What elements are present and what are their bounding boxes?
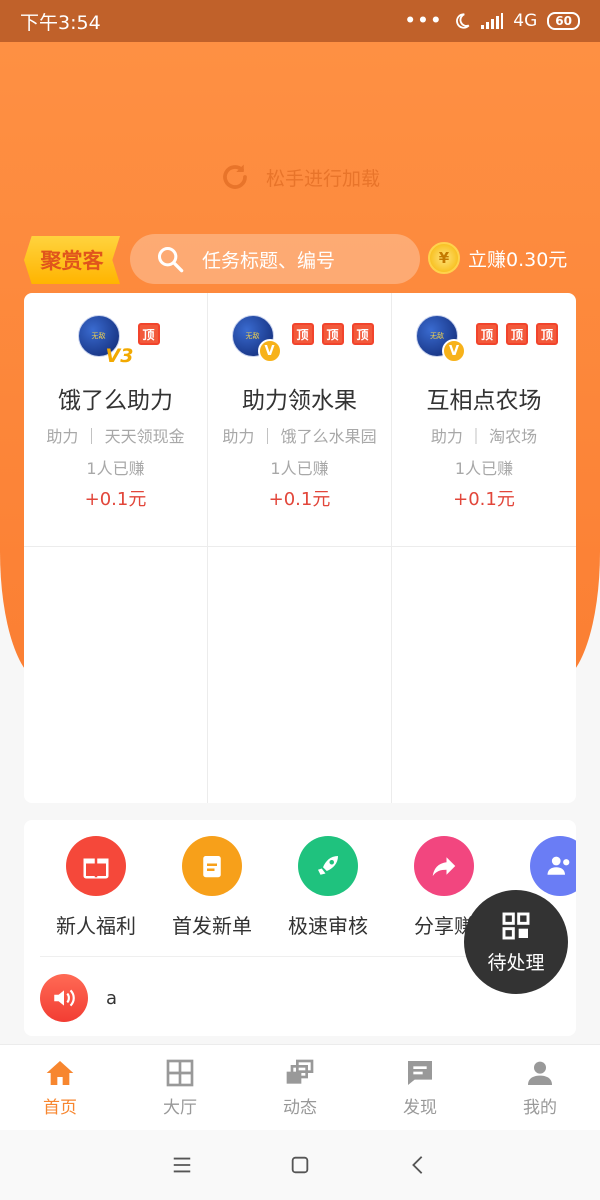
- top-tag: 顶: [321, 323, 344, 345]
- task-reward: +0.1元: [84, 489, 147, 510]
- task-avatar-row: 无敌 V3 顶: [24, 315, 207, 367]
- tab-label: 我的: [523, 1098, 557, 1118]
- bottom-tab-bar: 首页 大厅 动态 发现 我的: [0, 1044, 600, 1130]
- quick-first-orders[interactable]: 首发新单: [154, 836, 270, 939]
- task-title: 饿了么助力: [58, 388, 173, 414]
- grid-icon: [166, 1059, 194, 1087]
- more-dots: •••: [404, 11, 444, 31]
- quick-label: 新人福利: [56, 914, 136, 938]
- back-icon[interactable]: [407, 1154, 429, 1176]
- task-card-empty: [208, 547, 392, 803]
- task-reward: +0.1元: [453, 489, 515, 510]
- task-title: 助力领水果: [242, 388, 357, 414]
- top-tag: 顶: [137, 323, 160, 345]
- tab-hall[interactable]: 大厅: [120, 1045, 240, 1130]
- refresh-text: 松手进行加载: [265, 167, 380, 190]
- task-title: 互相点农场: [426, 388, 542, 414]
- quick-label: 首发新单: [172, 914, 252, 938]
- task-card-2[interactable]: 无敌 V 顶 顶 顶 互相点农场 助力 ｜ 淘农场 1人已赚 +0.1元: [392, 293, 576, 547]
- task-subtitle: 助力 ｜ 淘农场: [430, 427, 538, 446]
- clipboard-icon: [182, 836, 242, 896]
- vip-level-icon: V3: [105, 345, 134, 367]
- task-card-1[interactable]: 无敌 V 顶 顶 顶 助力领水果 助力 ｜ 饿了么水果园 1人已赚 +0.1元: [208, 293, 392, 547]
- tab-label: 大厅: [163, 1098, 197, 1118]
- tab-feed[interactable]: 动态: [240, 1045, 360, 1130]
- verified-badge-icon: V: [442, 339, 466, 363]
- tab-label: 首页: [43, 1098, 77, 1118]
- tab-mine[interactable]: 我的: [480, 1045, 600, 1130]
- quick-label: 极速审核: [288, 914, 368, 938]
- share-icon: [414, 836, 474, 896]
- message-icon: [408, 1061, 432, 1085]
- users-icon: [530, 836, 576, 896]
- task-subtitle: 助力 ｜ 饿了么水果园: [222, 427, 377, 446]
- pending-float-button[interactable]: 待处理: [464, 890, 568, 994]
- brand-logo: 聚赏客: [24, 236, 120, 284]
- task-count: 1人已赚: [454, 459, 514, 478]
- search-placeholder: 任务标题、编号: [202, 249, 336, 272]
- battery-icon: 60: [547, 12, 580, 30]
- rocket-icon: [298, 836, 358, 896]
- speaker-icon: [40, 974, 88, 1022]
- tab-label: 动态: [283, 1098, 317, 1118]
- task-count: 1人已赚: [270, 459, 329, 478]
- refresh-icon: [223, 164, 247, 189]
- task-avatar-row: 无敌 V 顶 顶 顶: [392, 315, 576, 363]
- quick-fast-review[interactable]: 极速审核: [270, 836, 386, 939]
- status-time: 下午3:54: [20, 11, 101, 34]
- task-card-empty: [392, 547, 576, 803]
- home-icon: [46, 1061, 74, 1085]
- verified-badge-icon: V: [257, 339, 282, 363]
- grid-icon: [502, 912, 530, 939]
- user-icon: [528, 1061, 552, 1085]
- top-tag: 顶: [476, 323, 498, 345]
- tab-label: 发现: [403, 1098, 437, 1118]
- task-card-empty: [24, 547, 208, 803]
- network-type: 4G: [513, 11, 538, 31]
- search-input[interactable]: 任务标题、编号: [130, 234, 420, 284]
- gift-icon: [66, 836, 126, 896]
- menu-icon[interactable]: [171, 1154, 193, 1176]
- top-tag: 顶: [291, 323, 314, 345]
- home-square-icon[interactable]: [289, 1154, 311, 1176]
- quick-new-user-benefit[interactable]: 新人福利: [38, 836, 154, 939]
- pending-label: 待处理: [487, 951, 545, 974]
- signal-icon: [481, 13, 504, 29]
- top-tag: 顶: [506, 323, 528, 345]
- top-tag: 顶: [351, 323, 374, 345]
- earn-summary[interactable]: ¥ 立赚0.30元: [428, 242, 567, 274]
- status-bar: 下午3:54 ••• 4G 60: [0, 0, 600, 42]
- tab-discover[interactable]: 发现: [360, 1045, 480, 1130]
- system-nav-bar: [0, 1130, 600, 1200]
- task-grid: 无敌 V3 顶 饿了么助力 助力 ｜ 天天领现金 1人已赚 +0.1元 无敌 V…: [24, 293, 576, 803]
- top-tag: 顶: [536, 323, 558, 345]
- layers-icon: [286, 1059, 314, 1084]
- coin-icon: ¥: [428, 242, 460, 274]
- pull-refresh: 松手进行加载: [0, 162, 600, 192]
- status-icons: ••• 4G 60: [405, 11, 580, 31]
- tab-home[interactable]: 首页: [0, 1045, 120, 1130]
- earn-label: 立赚0.30元: [468, 248, 568, 271]
- task-card-0[interactable]: 无敌 V3 顶 饿了么助力 助力 ｜ 天天领现金 1人已赚 +0.1元: [24, 293, 208, 547]
- notice-text: a: [106, 987, 118, 1009]
- moon-icon: [456, 13, 470, 29]
- task-avatar-row: 无敌 V 顶 顶 顶: [208, 315, 391, 363]
- notice-bar[interactable]: a: [40, 974, 117, 1022]
- task-subtitle: 助力 ｜ 天天领现金: [46, 427, 185, 446]
- task-count: 1人已赚: [86, 459, 145, 478]
- search-icon: [157, 246, 184, 273]
- task-reward: +0.1元: [268, 489, 331, 510]
